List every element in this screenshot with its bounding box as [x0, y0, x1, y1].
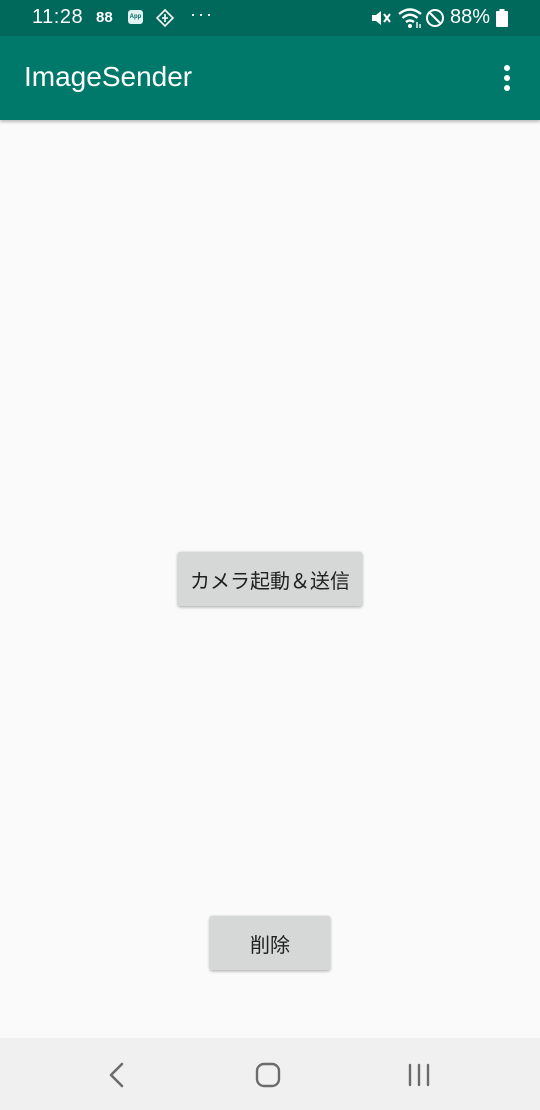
camera-send-button[interactable]: カメラ起動＆送信 — [178, 552, 362, 606]
more-vert-icon[interactable] — [496, 62, 518, 96]
mute-icon — [372, 11, 391, 25]
status-time: 11:28 — [32, 6, 84, 28]
back-icon[interactable] — [106, 1062, 128, 1088]
navigation-bar — [0, 1038, 540, 1110]
status-bar: 11:28 88 App ··· 88% — [0, 0, 540, 36]
wifi-icon — [398, 8, 422, 28]
delete-button[interactable]: 削除 — [210, 916, 330, 970]
home-icon[interactable] — [255, 1062, 281, 1088]
do-not-disturb-icon — [426, 9, 444, 27]
recents-icon[interactable] — [406, 1063, 432, 1087]
app-icon: App — [128, 10, 143, 24]
app-bar: ImageSender — [0, 36, 540, 120]
direction-icon — [156, 9, 174, 27]
battery-percentage: 88% — [450, 6, 491, 28]
game-icon: 88 — [96, 9, 113, 26]
more-notifications-icon: ··· — [190, 4, 214, 24]
app-title: ImageSender — [24, 61, 193, 92]
battery-icon — [496, 9, 508, 27]
